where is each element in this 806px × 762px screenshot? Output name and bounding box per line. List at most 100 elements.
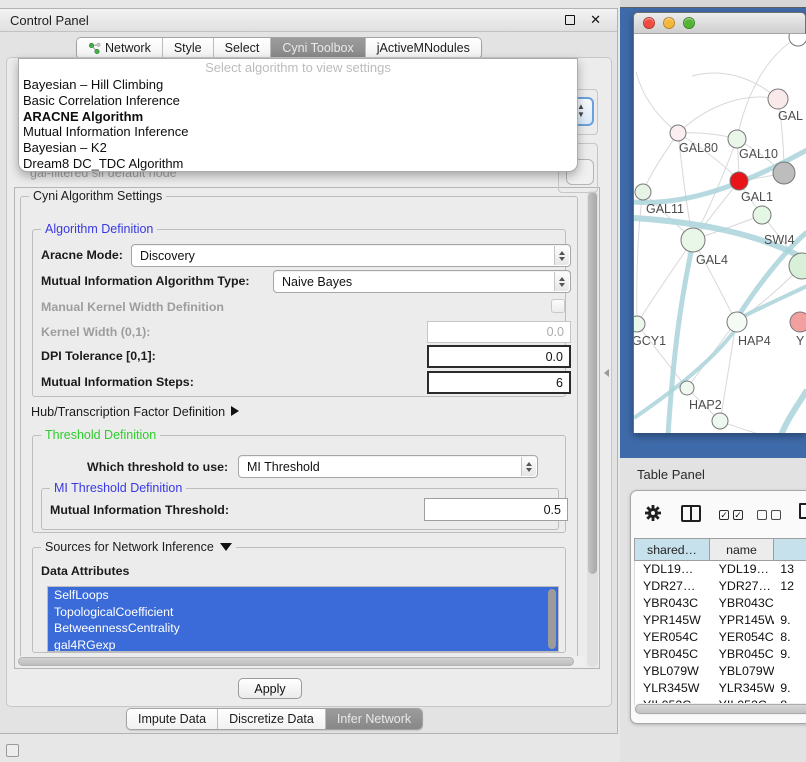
network-node[interactable]: [634, 316, 645, 332]
tab-network[interactable]: Network: [77, 38, 162, 58]
mi-type-combo[interactable]: Naive Bayes: [273, 270, 571, 293]
network-edge[interactable]: [643, 133, 678, 192]
network-node[interactable]: [730, 172, 748, 190]
network-node[interactable]: [753, 206, 771, 224]
tab-cyni-toolbox[interactable]: Cyni Toolbox: [270, 38, 364, 58]
tab-discretize-data[interactable]: Discretize Data: [217, 709, 325, 729]
dropdown-item[interactable]: ARACNE Algorithm: [19, 109, 577, 125]
network-edge-highlighted[interactable]: [781, 390, 806, 433]
network-edge[interactable]: [637, 192, 643, 324]
dropdown-item[interactable]: Bayesian – K2: [19, 140, 577, 156]
tab-style[interactable]: Style: [162, 38, 213, 58]
dropdown-item[interactable]: Mutual Information Inference: [19, 124, 577, 140]
network-window: GALGAL80GAL10GAL1GAL11SWI4GAL4GCY1HAP4YH…: [633, 12, 806, 433]
table-cell: YLR345W: [635, 680, 711, 697]
table-row[interactable]: YDR27…YDR27…12: [635, 578, 806, 595]
column-header-shared-name[interactable]: shared…: [634, 538, 710, 561]
table-row[interactable]: YBL079WYBL079W: [635, 663, 806, 680]
table-cell: [774, 663, 806, 680]
scrollbar-thumb[interactable]: [588, 192, 597, 574]
table-cell: YBL079W: [635, 663, 711, 680]
network-node[interactable]: [728, 130, 746, 148]
close-window-icon[interactable]: [643, 17, 655, 29]
mi-steps-input[interactable]: [427, 371, 571, 394]
table-row[interactable]: YBR043CYBR043C: [635, 595, 806, 612]
dropdown-item[interactable]: Bayesian – Hill Climbing: [19, 77, 577, 93]
network-node[interactable]: [680, 381, 694, 395]
mi-threshold-input[interactable]: [424, 498, 568, 521]
table-row[interactable]: YLR345WYLR345W9.: [635, 680, 806, 697]
collapsed-panel-icon[interactable]: [6, 744, 19, 757]
export-table-icon[interactable]: [799, 503, 806, 519]
select-all-rows-icon[interactable]: ✓✓: [719, 510, 743, 520]
network-window-titlebar: [634, 13, 805, 34]
tab-infer-network[interactable]: Infer Network: [325, 709, 422, 729]
network-node[interactable]: [790, 312, 806, 332]
network-edge[interactable]: [636, 72, 678, 133]
network-edge[interactable]: [737, 37, 798, 139]
column-visibility-icon[interactable]: [681, 505, 701, 522]
table-cell: YBR043C: [635, 595, 711, 612]
network-node[interactable]: [727, 312, 747, 332]
table-cell: 12: [774, 578, 806, 595]
which-threshold-combo[interactable]: MI Threshold: [238, 455, 538, 478]
table-row[interactable]: YER054CYER054C8.: [635, 629, 806, 646]
close-panel-icon[interactable]: ✕: [590, 12, 601, 28]
network-edge[interactable]: [678, 97, 778, 133]
attribute-list-item[interactable]: gal4RGexp: [48, 637, 558, 653]
column-header-third[interactable]: [774, 538, 806, 561]
table-cell: YDL19…: [635, 561, 711, 578]
deselect-all-rows-icon[interactable]: [757, 510, 781, 520]
network-node[interactable]: [768, 89, 788, 109]
table-row[interactable]: YPR145WYPR145W9.: [635, 612, 806, 629]
kernel-width-input[interactable]: [427, 321, 571, 343]
tab-select[interactable]: Select: [213, 38, 271, 58]
data-attributes-listbox[interactable]: SelfLoopsTopologicalCoefficientBetweenne…: [47, 586, 559, 652]
data-attributes-list: SelfLoopsTopologicalCoefficientBetweenne…: [48, 587, 558, 652]
gear-icon[interactable]: [643, 503, 663, 523]
scrollbar-thumb[interactable]: [635, 704, 806, 714]
attribute-list-item[interactable]: BetweennessCentrality: [48, 620, 558, 637]
attribute-list-item[interactable]: SelfLoops: [48, 587, 558, 604]
kernel-width-label: Kernel Width (0,1):: [41, 325, 150, 339]
apply-button[interactable]: Apply: [238, 678, 302, 699]
manual-kernel-checkbox[interactable]: [551, 299, 565, 313]
zoom-window-icon[interactable]: [683, 17, 695, 29]
table-row[interactable]: YDL19…YDL19…13: [635, 561, 806, 578]
control-panel-title: Control Panel: [10, 13, 89, 28]
sources-group-title[interactable]: Sources for Network Inference: [41, 540, 236, 554]
network-node[interactable]: [670, 125, 686, 141]
tab-impute-data[interactable]: Impute Data: [127, 709, 217, 729]
settings-vertical-scrollbar[interactable]: [587, 190, 598, 667]
table-cell: YPR145W: [711, 612, 775, 629]
combo-stepper-icon: [521, 457, 536, 476]
column-header-name[interactable]: name: [710, 538, 774, 561]
aracne-mode-combo[interactable]: Discovery: [131, 244, 571, 267]
dpi-tolerance-input[interactable]: [427, 345, 571, 368]
float-panel-icon[interactable]: [565, 15, 575, 25]
network-node[interactable]: [681, 228, 705, 252]
table-horizontal-scrollbar[interactable]: [634, 703, 806, 715]
network-node[interactable]: [789, 253, 806, 279]
network-edge-highlighted[interactable]: [668, 252, 691, 433]
splitter-handle-icon[interactable]: [604, 369, 609, 377]
network-canvas[interactable]: GALGAL80GAL10GAL1GAL11SWI4GAL4GCY1HAP4YH…: [634, 34, 806, 433]
dropdown-item[interactable]: Dream8 DC_TDC Algorithm: [19, 156, 577, 172]
network-edge[interactable]: [692, 73, 778, 99]
node-label: GAL4: [696, 253, 728, 267]
network-node[interactable]: [712, 413, 728, 429]
network-node[interactable]: [789, 34, 806, 46]
network-node[interactable]: [773, 162, 795, 184]
minimize-window-icon[interactable]: [663, 17, 675, 29]
mi-threshold-group: MI Threshold Definition Mutual Informati…: [41, 488, 559, 530]
network-node[interactable]: [635, 184, 651, 200]
table-panel: Table Panel ✓✓ shared…: [620, 458, 806, 762]
settings-horizontal-scrollbar[interactable]: [17, 656, 585, 667]
scrollbar-thumb[interactable]: [18, 657, 574, 666]
attribute-list-item[interactable]: TopologicalCoefficient: [48, 604, 558, 621]
dropdown-item[interactable]: Basic Correlation Inference: [19, 93, 577, 109]
list-vertical-scrollbar[interactable]: [548, 589, 556, 649]
tab-jactivemnodules[interactable]: jActiveMNodules: [365, 38, 481, 58]
table-row[interactable]: YBR045CYBR045C9.: [635, 646, 806, 663]
hub-definition-toggle[interactable]: Hub/Transcription Factor Definition: [31, 405, 239, 419]
